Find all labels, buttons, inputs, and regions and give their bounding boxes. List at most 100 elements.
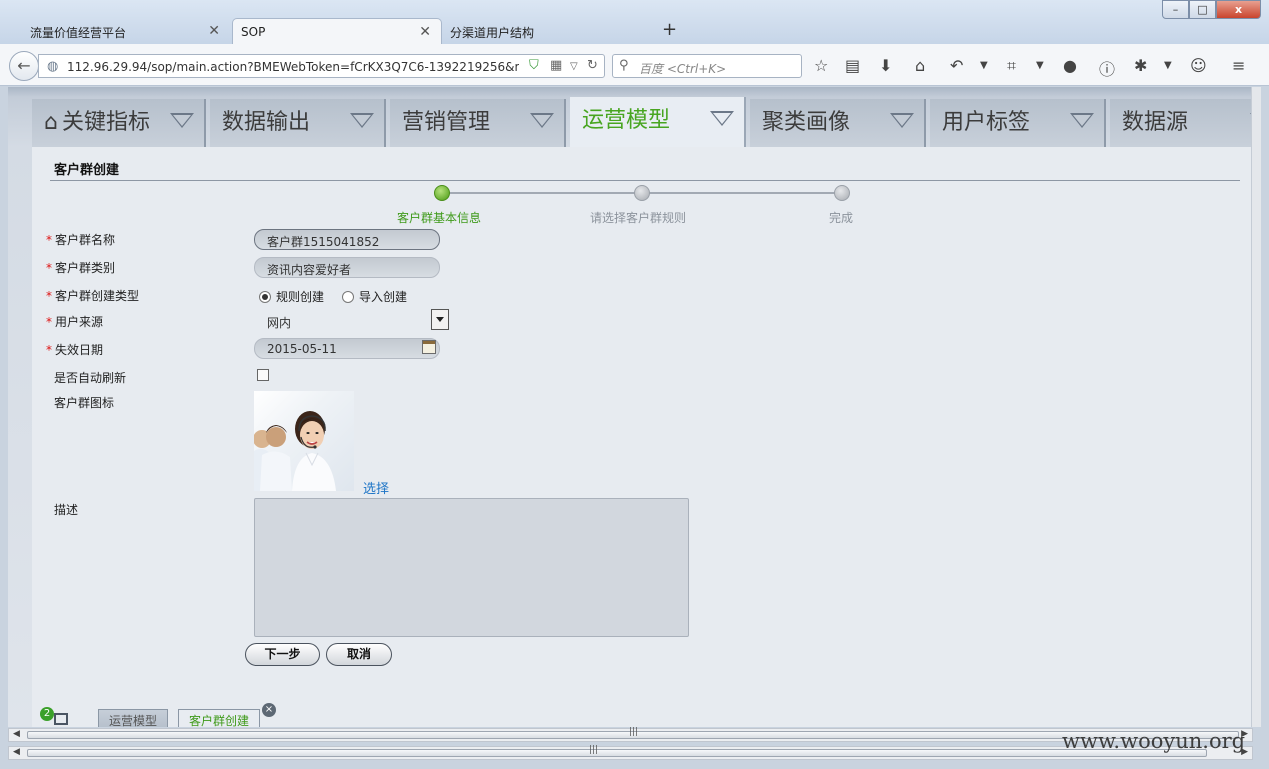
scroll-left-arrow-icon[interactable]: ◀ [13, 729, 20, 739]
choose-icon-link[interactable]: 选择 [363, 478, 389, 497]
customer-service-avatar [254, 411, 336, 491]
menu-dropdown-icon[interactable]: ▼ [980, 60, 988, 71]
reload-icon[interactable]: ↻ [587, 58, 598, 73]
field-label-category: * 客户群类别 [46, 259, 115, 276]
new-tab-button[interactable]: + [662, 19, 677, 40]
menu-tab-marketing[interactable]: 营销管理 [390, 99, 566, 147]
shield-icon[interactable]: ⛉ [529, 58, 539, 73]
expiry-date-input[interactable]: 2015-05-11 [254, 338, 440, 359]
source-select-button[interactable] [431, 309, 449, 330]
step-connector [442, 192, 642, 194]
radio-button[interactable] [342, 290, 354, 303]
step-dot-2 [634, 185, 650, 201]
window-controls: – □ x [1162, 0, 1261, 19]
vertical-scrollbar[interactable] [1251, 87, 1261, 727]
bookmark-star-icon[interactable]: ☆ [814, 56, 828, 75]
step-dot-3 [834, 185, 850, 201]
group-icon-image [254, 391, 354, 491]
menu-tab-key-metrics[interactable]: ⌂ 关键指标 [32, 99, 206, 147]
extension-icon[interactable]: ✱ [1134, 56, 1147, 75]
step-dot-1 [434, 185, 450, 201]
label-text: 用户来源 [55, 315, 104, 329]
field-label-name: * 客户群名称 [46, 231, 115, 248]
maximize-button[interactable]: □ [1189, 0, 1216, 19]
search-placeholder: 百度 <Ctrl+K> [639, 62, 727, 76]
chevron-down-icon[interactable] [170, 113, 194, 128]
field-label-icon: 客户群图标 [54, 396, 115, 410]
scroll-thumb[interactable] [27, 749, 1207, 757]
globe-icon: ◍ [47, 59, 59, 74]
chevron-down-icon[interactable] [1070, 113, 1094, 128]
name-input[interactable]: 客户群1515041852 [254, 229, 440, 250]
chevron-down-icon[interactable] [890, 113, 914, 128]
menu-tab-cluster-portrait[interactable]: 聚类画像 [750, 99, 926, 147]
url-text[interactable]: 112.96.29.94/sop/main.action?BMEWebToken… [67, 60, 519, 74]
description-textarea[interactable] [254, 498, 689, 637]
menu-tab-data-source[interactable]: 数据源 [1110, 99, 1261, 147]
next-step-button[interactable]: 下一步 [245, 643, 320, 666]
browser-tab-2[interactable]: SOP ✕ [232, 18, 442, 44]
browser-navbar: ← ◍ 112.96.29.94/sop/main.action?BMEWebT… [0, 44, 1269, 86]
tab-title: 分渠道用户结构 [450, 26, 535, 40]
scroll-left-arrow-icon[interactable]: ◀ [13, 747, 20, 757]
cancel-button[interactable]: 取消 [326, 643, 392, 666]
close-icon[interactable]: × [262, 703, 276, 717]
close-window-button[interactable]: x [1216, 0, 1261, 19]
minimize-button[interactable]: – [1162, 0, 1189, 19]
undo-icon[interactable]: ↶ [950, 56, 963, 75]
search-icon: ⚲ [619, 58, 629, 73]
field-label-expiry: * 失效日期 [46, 341, 103, 358]
required-mark: * [46, 289, 52, 303]
menu-dropdown-icon[interactable]: ▼ [1036, 60, 1044, 71]
menu-tab-label: 运营模型 [582, 108, 671, 133]
menu-dropdown-icon[interactable]: ▼ [1164, 60, 1172, 71]
dropdown-arrow-icon[interactable]: ▽ [570, 61, 578, 72]
chevron-down-icon[interactable] [350, 113, 374, 128]
crop-icon[interactable]: ⌗ [1007, 56, 1016, 76]
field-label-description: 描述 [54, 503, 79, 517]
label-text: 失效日期 [55, 343, 104, 357]
menu-tab-label: 聚类画像 [762, 110, 851, 135]
home-button-icon[interactable]: ⌂ [915, 56, 925, 75]
label-text: 客户群类别 [55, 261, 116, 275]
hamburger-menu-icon[interactable]: ≡ [1232, 56, 1245, 75]
auto-refresh-checkbox[interactable] [257, 369, 269, 381]
close-icon[interactable]: ✕ [208, 23, 220, 39]
tab-title: SOP [241, 25, 266, 39]
radio-label: 导入创建 [359, 290, 408, 304]
required-mark: * [46, 315, 52, 329]
source-select-value[interactable]: 网内 [267, 314, 291, 331]
menu-tab-operation-model[interactable]: 运营模型 [570, 97, 746, 149]
app-page: ⌂ 关键指标 数据输出 营销管理 运营模型 聚类画像 用户标签 数据源 客户群创建… [8, 87, 1261, 727]
download-icon[interactable]: ⬇ [879, 56, 892, 75]
qr-code-icon[interactable]: ▦ [550, 58, 562, 73]
chat-icon[interactable]: ● [1063, 56, 1077, 75]
radio-button[interactable] [259, 290, 271, 303]
menu-tab-data-output[interactable]: 数据输出 [210, 99, 386, 147]
watermark: www.wooyun.org [1062, 729, 1246, 753]
back-button[interactable]: ← [9, 51, 39, 81]
menu-tab-user-tags[interactable]: 用户标签 [930, 99, 1106, 147]
step-label-2: 请选择客户群规则 [590, 211, 687, 225]
close-icon[interactable]: ✕ [419, 24, 431, 40]
url-bar[interactable]: ◍ 112.96.29.94/sop/main.action?BMEWebTok… [38, 54, 605, 78]
info-icon[interactable]: ⓘ [1099, 56, 1115, 80]
label-text: 客户群名称 [55, 233, 116, 247]
reading-list-icon[interactable]: ▤ [845, 56, 860, 75]
calendar-icon[interactable] [422, 340, 436, 354]
chevron-down-icon[interactable] [530, 113, 554, 128]
search-bar[interactable]: ⚲ 百度 <Ctrl+K> [612, 54, 802, 78]
radio-rule-create[interactable]: 规则创建 [259, 288, 324, 305]
smiley-icon[interactable]: ☺ [1190, 56, 1207, 75]
bottom-tab-operation-model[interactable]: 运营模型 [98, 709, 169, 727]
count-badge: 2 [40, 707, 54, 721]
chevron-down-icon[interactable] [710, 111, 734, 126]
browser-tab-3[interactable]: 分渠道用户结构 [444, 18, 654, 44]
bottom-tab-strip: 2 运营模型 客户群创建 × [8, 703, 1261, 727]
radio-import-create[interactable]: 导入创建 [342, 288, 407, 305]
home-icon: ⌂ [44, 110, 58, 135]
bottom-tab-group-create[interactable]: 客户群创建 [178, 709, 261, 727]
browser-tab-1[interactable]: 流量价值经营平台 ✕ [6, 18, 230, 44]
category-input[interactable]: 资讯内容爱好者 [254, 257, 440, 278]
window-switch-icon[interactable] [54, 713, 68, 725]
